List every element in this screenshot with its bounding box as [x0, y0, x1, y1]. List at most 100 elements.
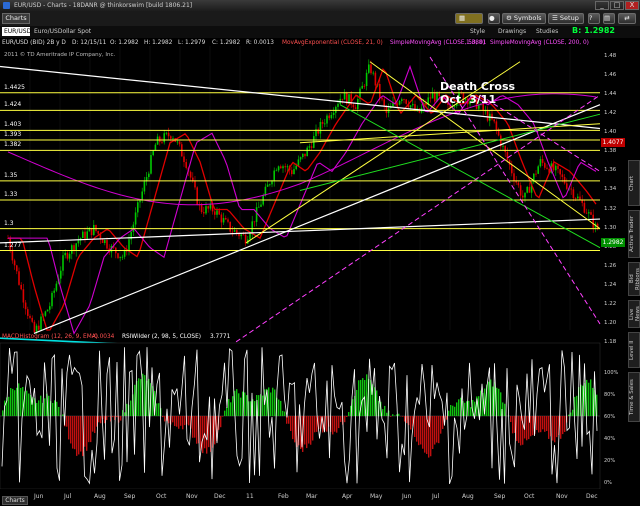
macd-histogram-bar [402, 416, 404, 417]
macd-histogram-bar [452, 405, 454, 416]
price-chart[interactable] [0, 46, 640, 506]
symbol-bar: EUR/USD Euro/USDollar Spot Style Drawing… [0, 26, 640, 38]
candle-body [273, 170, 275, 182]
candle-body [203, 212, 205, 214]
macd-histogram-bar [446, 416, 448, 420]
side-tab[interactable]: Chart [628, 160, 640, 206]
candle-body [77, 240, 80, 244]
price-axis-label: 1.46 [604, 72, 617, 79]
macd-histogram-bar [176, 416, 178, 427]
macd-histogram-bar [450, 405, 452, 416]
studies-menu[interactable]: Studies [536, 26, 558, 38]
sync-icon[interactable]: ⇄ [618, 13, 636, 24]
macd-histogram-bar [226, 407, 228, 416]
candle-body [170, 136, 172, 139]
minimize-button[interactable]: _ [595, 1, 609, 10]
candle-body [251, 221, 253, 234]
candle-body [255, 207, 258, 222]
candle-body [286, 166, 289, 168]
close-button[interactable]: X [625, 1, 639, 10]
app-icon [3, 2, 10, 9]
time-axis-label: Jun [34, 493, 44, 500]
style-menu[interactable]: Style [470, 26, 485, 38]
candle-body [541, 159, 544, 163]
macd-histogram-bar [74, 416, 76, 450]
maximize-button[interactable]: □ [610, 1, 624, 10]
candle-body [13, 260, 16, 266]
macd-histogram-bar [258, 395, 260, 416]
candle-body [68, 253, 71, 259]
macd-histogram-bar [246, 395, 248, 416]
candle-body [539, 159, 542, 167]
side-tab[interactable]: Time & Sales [628, 372, 640, 422]
candle-body [282, 166, 284, 169]
candle-body [343, 92, 346, 100]
macd-histogram-bar [158, 403, 160, 416]
candle-body [302, 153, 304, 158]
macd-histogram-bar [440, 416, 442, 434]
candle-body [405, 99, 407, 104]
rsi-value: 3.7771 [210, 334, 231, 340]
side-tab[interactable]: Level II [628, 332, 640, 368]
gear-icon: ⚙ [506, 14, 514, 22]
macd-histogram-bar [424, 416, 426, 453]
macd-histogram-bar [422, 416, 424, 449]
print-icon[interactable]: ▤ [603, 13, 615, 24]
macd-histogram-bar [76, 416, 78, 456]
candle-body [134, 212, 137, 225]
macd-histogram-bar [554, 416, 556, 443]
macd-histogram-bar [304, 416, 306, 445]
macd-histogram-bar [552, 416, 554, 441]
setup-button[interactable]: ☰ Setup [548, 13, 584, 24]
macd-histogram-bar [86, 416, 88, 451]
help-icon[interactable]: ? [588, 13, 600, 24]
candle-body [379, 84, 381, 98]
price-axis-label: 1.36 [604, 167, 617, 174]
candle-body [53, 290, 55, 293]
bottom-charts-tab[interactable]: Charts [2, 496, 28, 505]
macd-label: MACDHistogram (12, 26, 9, EMA) [2, 334, 98, 340]
candle-body [537, 166, 539, 174]
candle-body [233, 230, 236, 232]
macd-histogram-bar [134, 384, 136, 416]
candle-body [365, 72, 368, 87]
macd-histogram-bar [244, 392, 246, 416]
candle-body [205, 206, 207, 214]
macd-histogram-bar [332, 416, 334, 435]
macd-histogram-bar [406, 416, 408, 424]
macd-histogram-bar [88, 416, 90, 443]
oscillator-axis-label: 100% [604, 370, 619, 376]
macd-histogram-bar [426, 416, 428, 455]
annotation-line2: Oct. 3/11 [440, 93, 497, 106]
candle-body [557, 165, 559, 170]
macd-histogram-bar [362, 378, 364, 416]
macd-histogram-bar [576, 395, 578, 416]
candle-body [326, 115, 328, 124]
candle-body [229, 221, 231, 232]
symbols-button[interactable]: ⚙ Symbols [502, 13, 546, 24]
side-tab[interactable]: Bid Ribbons [628, 262, 640, 296]
side-tab[interactable]: Active Trader [628, 210, 640, 258]
symbol-input[interactable]: EUR/USD [2, 27, 31, 36]
candle-body [335, 106, 337, 113]
candle-body [86, 231, 88, 239]
link-icon[interactable]: ● [488, 13, 500, 24]
price-level-label: 1.403 [4, 121, 22, 129]
side-tab[interactable]: Live News [628, 300, 640, 328]
macd-histogram-bar [358, 380, 360, 416]
macd-histogram-bar [562, 416, 564, 435]
candle-body [101, 239, 104, 244]
macd-histogram-bar [390, 416, 392, 417]
macd-histogram-bar [280, 400, 282, 416]
drawings-menu[interactable]: Drawings [498, 26, 526, 38]
tab-charts[interactable]: Charts [2, 13, 30, 24]
price-level-label: 1.424 [4, 101, 22, 109]
layout-icon[interactable]: ▦ [455, 13, 483, 24]
macd-histogram-bar [556, 416, 558, 438]
macd-histogram-bar [224, 410, 226, 416]
macd-histogram-bar [44, 398, 46, 416]
candle-body [585, 212, 588, 214]
macd-histogram-bar [384, 405, 386, 416]
oscillator-pane [0, 342, 601, 490]
oscillator-axis-label: 40% [604, 436, 616, 442]
